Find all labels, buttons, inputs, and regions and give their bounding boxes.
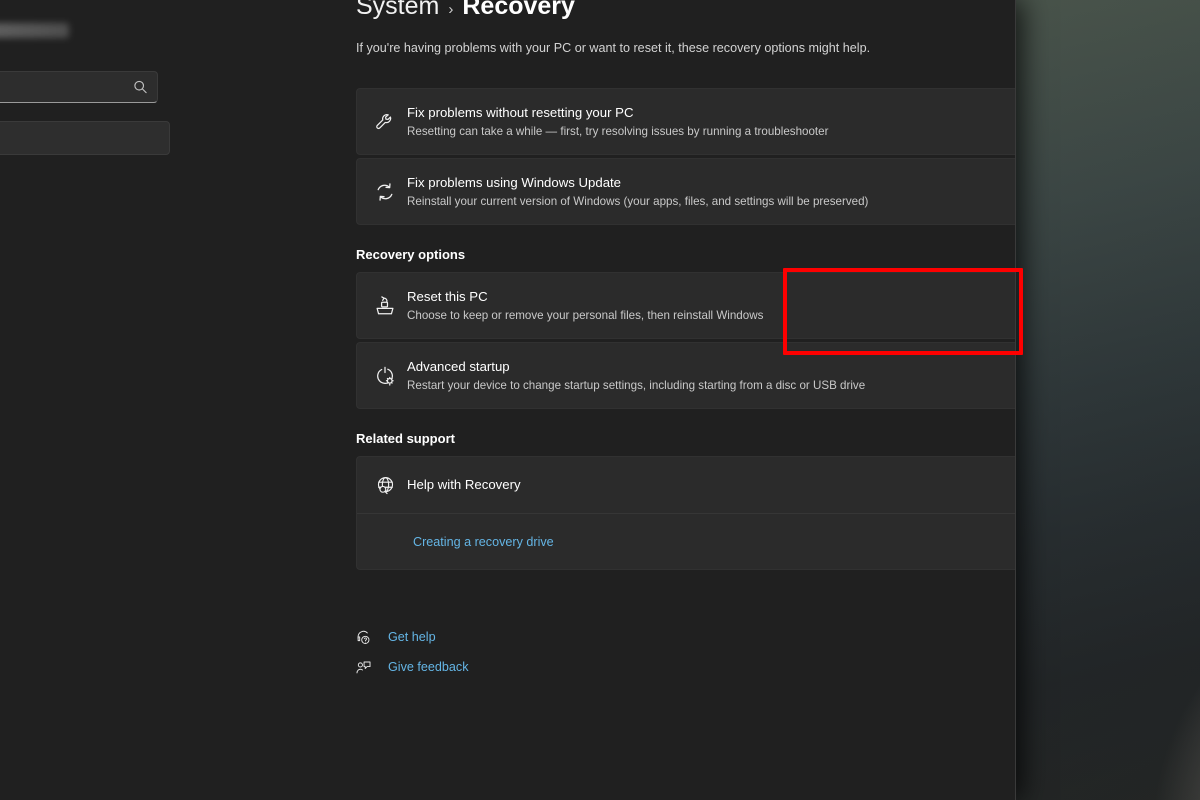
expander-content: Creating a recovery drive [357, 513, 1016, 569]
search-container [0, 71, 158, 103]
sidebar-item-gaming[interactable]: Gaming [0, 380, 170, 414]
get-help-link[interactable]: Get help [388, 630, 436, 644]
card-title: Fix problems using Windows Update [407, 175, 1016, 191]
breadcrumb: System › Recovery [178, 0, 575, 21]
card-fix-with-windows-update: Fix problems using Windows Update Reinst… [356, 158, 1016, 225]
breadcrumb-separator-icon: › [448, 1, 453, 18]
breadcrumb-parent[interactable]: System [356, 0, 439, 21]
card-text-block: Fix problems using Windows Update Reinst… [403, 175, 1016, 209]
card-subtitle: Choose to keep or remove your personal f… [407, 308, 1016, 323]
search-box[interactable] [0, 71, 158, 103]
recovery-options-heading: Recovery options [356, 247, 1016, 262]
page-title: Recovery [462, 0, 575, 21]
sidebar-item-windows-update[interactable]: Windows Update [0, 491, 170, 525]
card-text-block: Advanced startup Restart your device to … [403, 359, 1016, 393]
expander-title: Help with Recovery [407, 477, 1016, 493]
footer-links: Get help Give feedback [354, 622, 469, 682]
wrench-icon [357, 111, 403, 133]
sidebar-item-time-language[interactable]: Time & language [0, 343, 170, 377]
card-subtitle: Restart your device to change startup se… [407, 378, 1016, 393]
card-text-block: Reset this PC Choose to keep or remove y… [403, 289, 1016, 323]
card-fix-without-reset[interactable]: Fix problems without resetting your PC R… [356, 88, 1016, 155]
expander-header[interactable]: Help with Recovery [357, 457, 1016, 513]
help-with-recovery-expander: Help with Recovery Creating a recovery d… [356, 456, 1016, 570]
sidebar-item-accessibility[interactable]: Accessibility [0, 417, 170, 451]
sidebar-item-privacy-security[interactable]: Privacy & security [0, 454, 170, 488]
card-reset-this-pc: Reset this PC Choose to keep or remove y… [356, 272, 1016, 339]
help-headset-icon [354, 629, 372, 646]
settings-panel: Fix problems without resetting your PC R… [356, 88, 1016, 570]
main-content: System › Recovery If you're having probl… [178, 0, 1016, 800]
refresh-icon [357, 181, 403, 203]
creating-recovery-drive-link[interactable]: Creating a recovery drive [413, 535, 554, 549]
card-subtitle: Reinstall your current version of Window… [407, 194, 1016, 209]
card-title: Advanced startup [407, 359, 1016, 375]
card-subtitle: Resetting can take a while — first, try … [407, 124, 1016, 139]
card-title: Fix problems without resetting your PC [407, 105, 1016, 121]
search-icon [133, 80, 148, 95]
card-advanced-startup: Advanced startup Restart your device to … [356, 342, 1016, 409]
expander-text-block: Help with Recovery [403, 477, 1016, 493]
related-support-heading: Related support [356, 431, 1016, 446]
card-text-block: Fix problems without resetting your PC R… [403, 105, 1016, 139]
account-block[interactable]: Martindale [0, 0, 178, 38]
settings-window: Martindale System Bluetooth & devices [0, 0, 1016, 800]
reset-pc-icon [357, 295, 403, 317]
account-email-redacted [0, 23, 69, 38]
account-name: Martindale [0, 2, 178, 17]
give-feedback-link[interactable]: Give feedback [388, 660, 469, 674]
give-feedback-row[interactable]: Give feedback [354, 652, 469, 682]
sidebar-item-apps[interactable]: Apps [0, 269, 170, 303]
get-help-row[interactable]: Get help [354, 622, 469, 652]
sidebar-item-network-internet[interactable]: Network & internet [0, 195, 170, 229]
feedback-icon [354, 659, 372, 676]
sidebar: Martindale System Bluetooth & devices [0, 0, 178, 800]
sidebar-nav: System Bluetooth & devices Network & int… [0, 121, 178, 525]
sidebar-item-system[interactable]: System [0, 121, 170, 155]
sidebar-item-bluetooth-devices[interactable]: Bluetooth & devices [0, 158, 170, 192]
intro-text: If you're having problems with your PC o… [356, 41, 870, 55]
sidebar-item-personalization[interactable]: Personalization [0, 232, 170, 266]
power-gear-icon [357, 365, 403, 387]
globe-search-icon [357, 475, 403, 496]
card-title: Reset this PC [407, 289, 1016, 305]
sidebar-item-accounts[interactable]: Accounts [0, 306, 170, 340]
